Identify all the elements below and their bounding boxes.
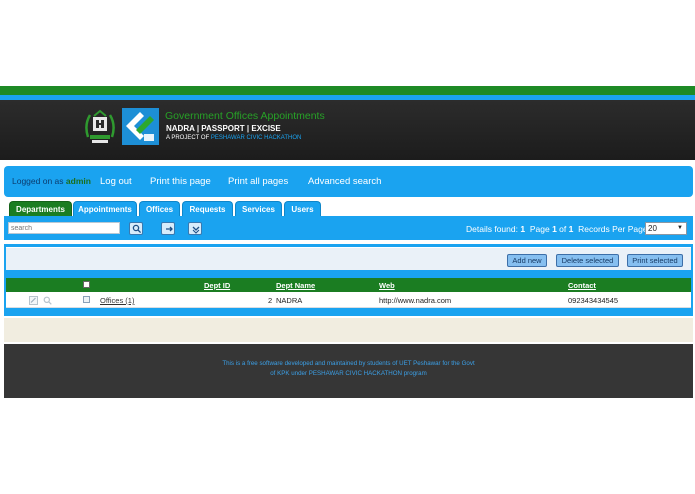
offices-detail-link[interactable]: Offices (1)	[100, 296, 134, 305]
details-label: Details found:	[466, 224, 518, 234]
delete-selected-button[interactable]: Delete selected	[556, 254, 619, 267]
details-count: 1	[520, 224, 526, 234]
reset-button[interactable]	[161, 222, 175, 235]
cell-dept-name: NADRA	[276, 296, 303, 305]
page: Government Offices Appointments NADRA | …	[0, 0, 695, 494]
row-checkbox[interactable]	[83, 296, 90, 303]
app-logo-icon	[122, 108, 159, 145]
footer-line-2: of KPK under PESHAWAR CIVIC HACKATHON pr…	[270, 370, 427, 377]
site-subtitle: NADRA | PASSPORT | EXCISE	[166, 124, 281, 133]
page-of: of	[559, 224, 567, 234]
search-input[interactable]	[8, 222, 120, 234]
list-toolbar: Details found: 1 Page 1 of 1 Records Per…	[4, 216, 693, 240]
records-per-page-label: Records Per Page:	[578, 224, 650, 234]
logout-link[interactable]: Log out	[100, 176, 132, 187]
advanced-search-link[interactable]: Advanced search	[308, 176, 381, 187]
site-title: Government Offices Appointments	[165, 110, 325, 122]
search-icon	[132, 224, 142, 234]
site-footer: This is a free software developed and ma…	[4, 344, 693, 398]
tab-services[interactable]: Services	[235, 201, 282, 216]
tab-requests[interactable]: Requests	[182, 201, 233, 216]
view-icon[interactable]	[43, 296, 52, 305]
column-dept-id[interactable]: Dept ID	[204, 281, 230, 290]
column-contact[interactable]: Contact	[568, 281, 596, 290]
page-total: 1	[568, 224, 574, 234]
project-name: PESHAWAR CIVIC HACKATHON	[210, 135, 302, 141]
header-green-stripe	[0, 86, 695, 95]
toggle-filter-icon	[192, 226, 200, 234]
page-current: 1	[552, 224, 557, 234]
table-row: Offices (1) 2 NADRA http://www.nadra.com…	[6, 292, 691, 308]
tab-users[interactable]: Users	[284, 201, 321, 216]
records-per-page-value: 20	[648, 224, 657, 233]
toggle-filter-button[interactable]	[188, 222, 202, 235]
chevron-down-icon: ▼	[677, 225, 683, 231]
project-prefix: A PROJECT OF	[166, 135, 210, 141]
tab-departments[interactable]: Departments	[9, 201, 72, 216]
action-bar: Add new Delete selected Print selected	[6, 247, 691, 270]
print-all-pages-link[interactable]: Print all pages	[228, 176, 288, 187]
table-header: Dept ID Dept Name Web Contact	[6, 278, 691, 292]
page-label: Page	[529, 224, 550, 234]
cell-contact: 092343434545	[568, 296, 619, 305]
records-summary: Details found: 1 Page 1 of 1 Records Per…	[466, 224, 650, 234]
login-prefix: Logged on as	[12, 176, 64, 186]
site-header: Government Offices Appointments NADRA | …	[0, 100, 695, 160]
tab-appointments[interactable]: Appointments	[73, 201, 137, 216]
cell-web: http://www.nadra.com	[379, 296, 452, 305]
add-new-button[interactable]: Add new	[507, 254, 547, 267]
search-button[interactable]	[129, 222, 143, 235]
government-emblem-icon	[82, 107, 118, 147]
main-nav-bar: Logged on as admin Log out Print this pa…	[4, 166, 693, 197]
content-spacer	[4, 318, 693, 342]
footer-line-1: This is a free software developed and ma…	[222, 360, 475, 367]
print-page-link[interactable]: Print this page	[150, 176, 211, 187]
cell-dept-id: 2	[268, 296, 273, 305]
records-per-page-select[interactable]: 20 ▼	[645, 222, 687, 235]
tab-offices[interactable]: Offices	[139, 201, 180, 216]
login-status: Logged on as admin	[12, 176, 91, 186]
print-selected-button[interactable]: Print selected	[627, 254, 683, 267]
column-web[interactable]: Web	[379, 281, 395, 290]
column-dept-name[interactable]: Dept Name	[276, 281, 315, 290]
select-all-checkbox[interactable]	[83, 281, 90, 288]
project-credit: A PROJECT OF PESHAWAR CIVIC HACKATHON	[166, 135, 301, 141]
reset-icon	[166, 226, 173, 232]
login-username: admin	[65, 176, 91, 186]
edit-icon[interactable]	[29, 296, 38, 305]
